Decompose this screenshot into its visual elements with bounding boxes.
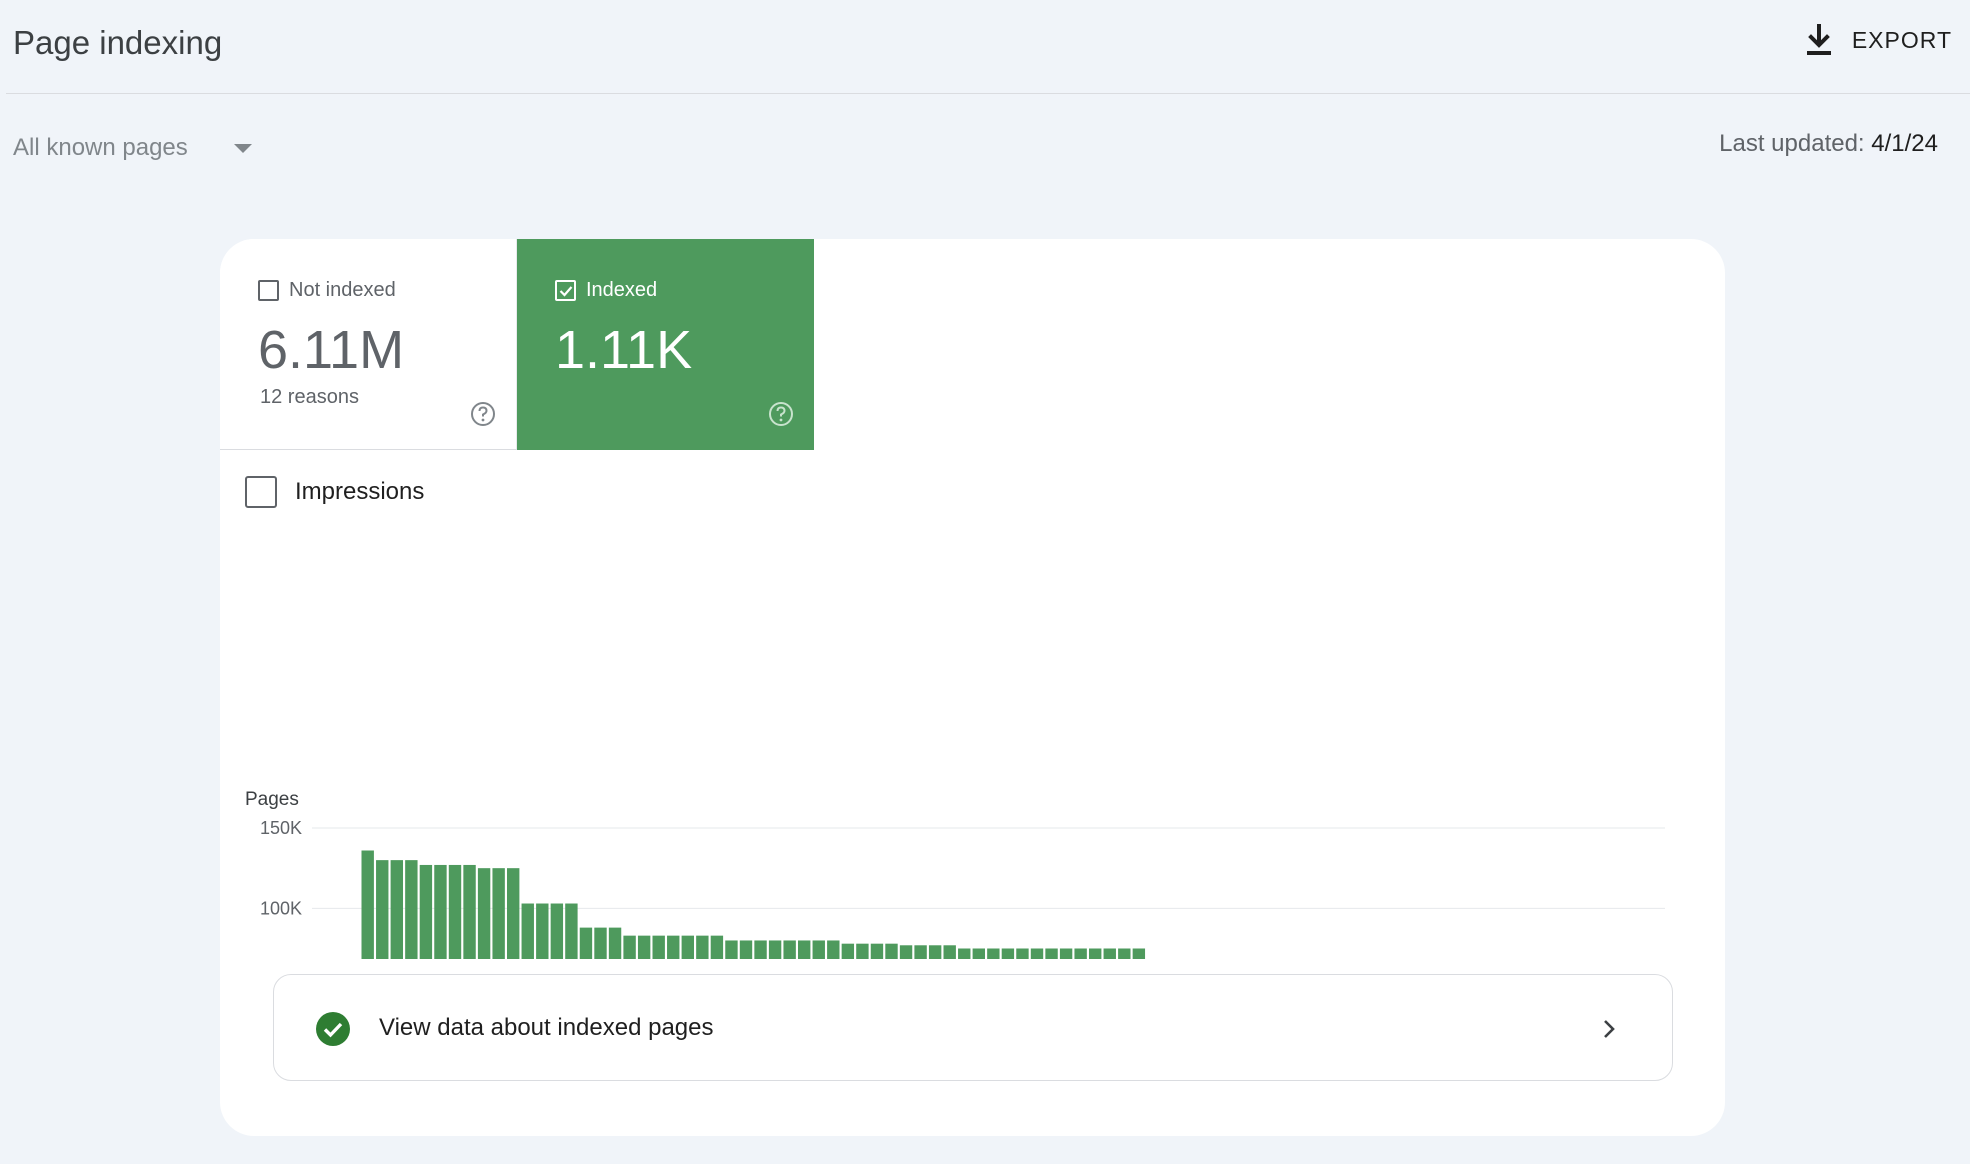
bar [521, 903, 534, 959]
bar [827, 940, 840, 959]
export-label: EXPORT [1851, 26, 1952, 53]
export-button[interactable]: EXPORT [1804, 20, 1952, 60]
caret-down-icon [233, 143, 252, 153]
bar [885, 943, 898, 959]
bar [1089, 948, 1102, 959]
page-filter-dropdown[interactable]: All known pages [13, 130, 252, 166]
bar [812, 940, 825, 959]
impressions-checkbox[interactable] [245, 476, 277, 508]
bar [623, 935, 636, 959]
last-updated-label: Last updated: [1719, 130, 1865, 157]
bar [536, 903, 549, 959]
view-indexed-pages-row[interactable]: View data about indexed pages [273, 974, 1673, 1081]
bar [550, 903, 564, 959]
bar [943, 945, 956, 959]
download-icon [1806, 24, 1831, 55]
chevron-right-icon [1604, 1020, 1615, 1038]
bar [987, 948, 1000, 959]
page-title: Page indexing [13, 24, 223, 61]
indexed-value: 1.11K [555, 320, 693, 380]
bar [972, 948, 985, 959]
bar [1132, 948, 1146, 959]
bar [594, 927, 607, 959]
bar [725, 940, 738, 959]
bar [1118, 948, 1131, 959]
not-indexed-label: Not indexed [289, 279, 396, 301]
bar [958, 948, 971, 959]
bar [390, 860, 403, 959]
help-icon[interactable] [470, 401, 496, 427]
bar [637, 935, 651, 959]
view-indexed-pages-label: View data about indexed pages [379, 1014, 714, 1041]
y-tick-label: 100K [260, 898, 302, 918]
bar [419, 864, 433, 959]
bar [1016, 948, 1029, 959]
bar [492, 868, 505, 959]
indexed-checkbox[interactable] [555, 280, 576, 301]
bar [361, 850, 374, 959]
bar [798, 940, 811, 959]
bar [405, 860, 418, 959]
check-circle-icon [316, 1012, 350, 1046]
bar [448, 864, 462, 959]
impressions-toggle[interactable]: Impressions [245, 476, 424, 508]
bar [899, 945, 913, 959]
help-icon[interactable] [768, 401, 794, 427]
last-updated-date: 4/1/24 [1871, 130, 1938, 157]
bar [434, 864, 447, 959]
bar [507, 868, 520, 959]
bar [1045, 948, 1058, 959]
bar [681, 935, 694, 959]
not-indexed-reasons: 12 reasons [260, 386, 359, 408]
bar [783, 940, 796, 959]
indexing-card: Not indexed 6.11M 12 reasons Indexed 1.1… [220, 239, 1725, 1136]
bar [754, 940, 767, 959]
impressions-label: Impressions [295, 478, 425, 505]
bar [1001, 948, 1015, 959]
not-indexed-value: 6.11M [258, 320, 405, 380]
y-axis-title: Pages [245, 789, 299, 810]
bar [696, 935, 709, 959]
tab-indexed[interactable]: Indexed 1.11K [517, 239, 814, 450]
bar [608, 927, 622, 959]
bar [841, 943, 855, 959]
bar [928, 945, 942, 959]
bar [710, 935, 724, 959]
filter-selected-value: All known pages [13, 134, 188, 161]
y-tick-label: 150K [260, 818, 302, 838]
page-header: Page indexing EXPORT [6, 0, 1970, 94]
bar [768, 940, 782, 959]
bar [1103, 948, 1116, 959]
bar [1030, 948, 1044, 959]
bar [856, 943, 869, 959]
bar [1059, 948, 1073, 959]
last-updated: Last updated: 4/1/24 [1719, 130, 1938, 158]
bar [870, 943, 884, 959]
bar [914, 945, 927, 959]
bar [565, 903, 578, 959]
bar [652, 935, 665, 959]
check-icon [559, 286, 573, 297]
bar [579, 927, 593, 959]
bar [739, 940, 753, 959]
bar [1074, 948, 1087, 959]
bar [463, 864, 476, 959]
indexed-label: Indexed [586, 279, 658, 301]
bar [376, 860, 389, 959]
tab-not-indexed[interactable]: Not indexed 6.11M 12 reasons [220, 239, 517, 450]
pages-bar-chart: Pages150K100K50K01/3/241/15/241/27/242/8… [245, 789, 1665, 959]
bar [667, 935, 680, 959]
bar [477, 868, 491, 959]
not-indexed-checkbox[interactable] [258, 280, 279, 301]
